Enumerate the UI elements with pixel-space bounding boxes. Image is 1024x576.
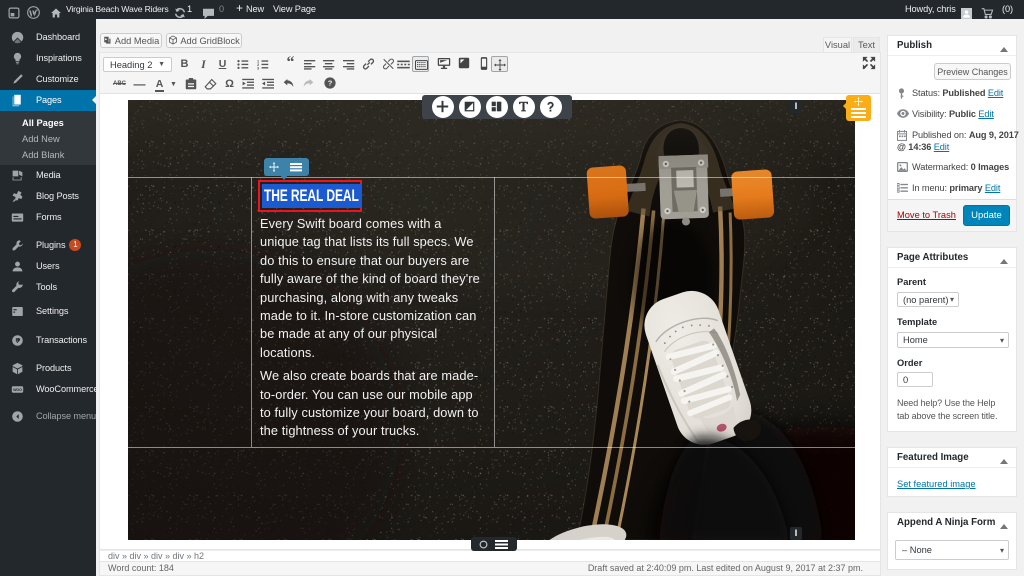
svg-text:WOO: WOO — [13, 388, 22, 392]
svg-text:3: 3 — [257, 66, 260, 70]
svg-text:?: ? — [327, 79, 332, 88]
